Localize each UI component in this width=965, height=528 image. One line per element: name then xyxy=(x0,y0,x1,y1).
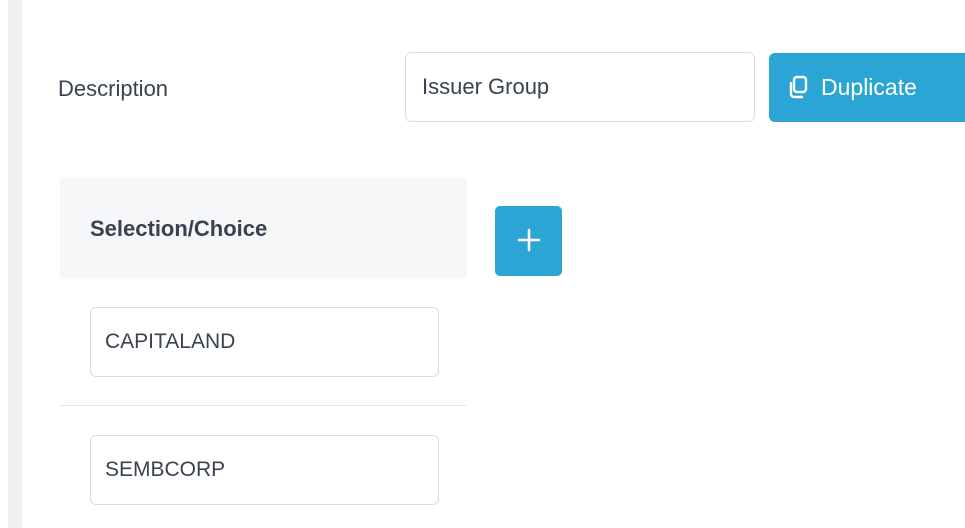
left-rail xyxy=(8,0,22,528)
choice-input-row-2[interactable] xyxy=(90,435,439,505)
column-header-selection-choice: Selection/Choice xyxy=(90,216,268,241)
choice-input-row-1[interactable] xyxy=(90,307,439,377)
plus-icon xyxy=(516,227,542,256)
add-row-button[interactable] xyxy=(495,206,562,276)
copy-icon xyxy=(787,75,809,101)
duplicate-label: Duplicate xyxy=(821,74,917,100)
description-label: Description xyxy=(58,76,169,101)
description-input[interactable] xyxy=(405,52,755,122)
table-header: Selection/Choice xyxy=(60,178,467,278)
row-divider xyxy=(60,405,467,406)
duplicate-button[interactable]: Duplicate xyxy=(769,53,965,122)
